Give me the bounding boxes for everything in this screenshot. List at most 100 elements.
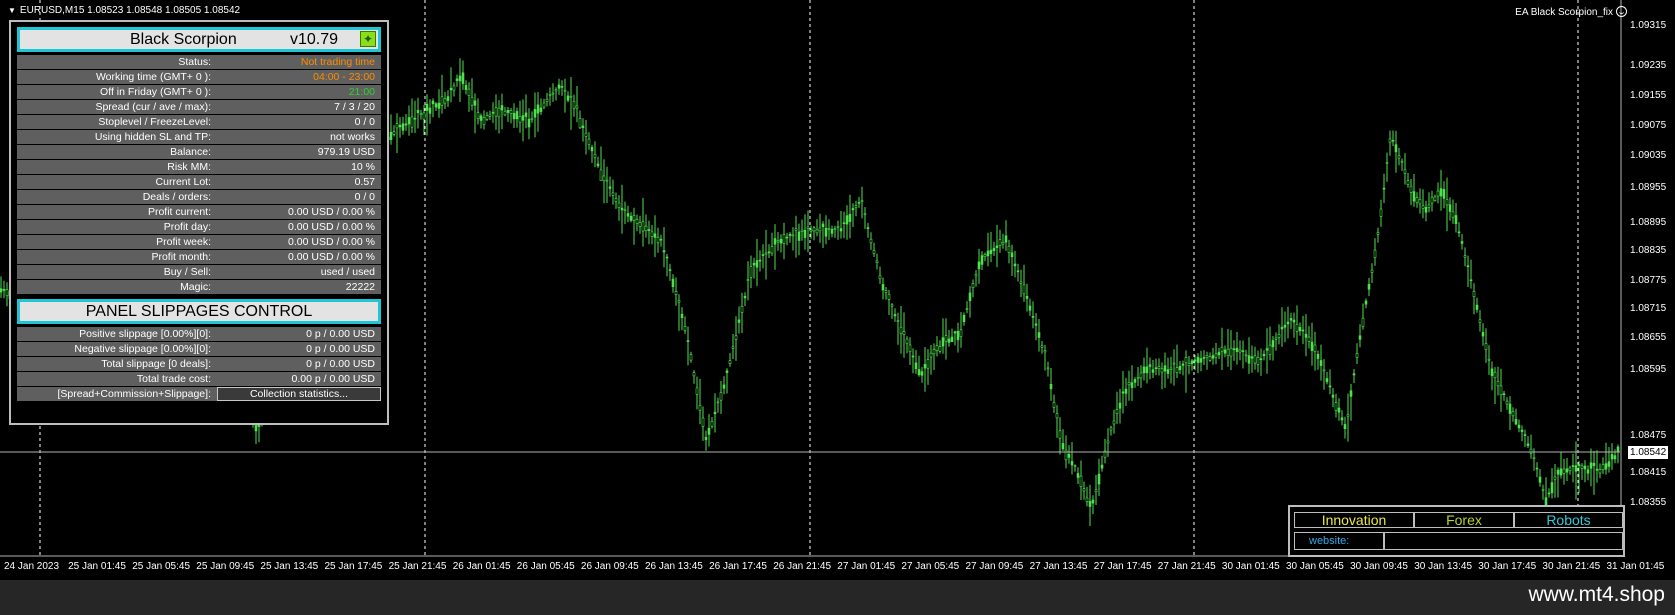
candle-body (608, 186, 612, 189)
candle-body (995, 245, 999, 248)
robots-link[interactable]: Robots (1514, 512, 1623, 528)
collection-statistics-button[interactable]: Collection statistics... (217, 387, 381, 401)
candle-body (1022, 284, 1026, 295)
candle-body (902, 331, 906, 335)
candle-body (1364, 300, 1368, 305)
candle-body (1577, 464, 1581, 467)
candle-body (1325, 378, 1329, 383)
ea-label: EA Black Scorpion_fix (1515, 7, 1613, 18)
candle-body (1268, 344, 1272, 355)
candle-body (1538, 476, 1542, 483)
candle-body (950, 336, 954, 343)
candle-body (482, 117, 486, 125)
candle-body (1604, 463, 1608, 470)
candle-body (812, 227, 816, 232)
dropdown-triangle-icon[interactable]: ▼ (8, 6, 16, 15)
candle-body (566, 95, 570, 101)
candle-body (392, 131, 396, 135)
candle-body (1112, 420, 1116, 425)
candle-body (2, 288, 6, 291)
candle-body (1553, 476, 1557, 480)
candle-body (1331, 394, 1335, 398)
info-label: Magic: (180, 281, 211, 293)
candle-body (929, 352, 933, 358)
time-tick: 30 Jan 21:45 (1542, 561, 1601, 572)
candle-body (638, 222, 642, 227)
candle-body (473, 100, 477, 106)
candle-body (467, 88, 471, 96)
time-tick: 25 Jan 17:45 (324, 561, 383, 572)
forex-link[interactable]: Forex (1414, 512, 1514, 528)
candle-body (779, 238, 783, 244)
candle-body (695, 387, 699, 395)
candle-body (1202, 357, 1206, 359)
info-value: 7 / 3 / 20 (334, 101, 375, 113)
time-tick: 27 Jan 17:45 (1093, 561, 1152, 572)
info-row: Magic: 22222 (17, 280, 381, 295)
slippage-label: Total trade cost: (136, 373, 211, 385)
candle-body (590, 147, 594, 152)
time-tick: 25 Jan 09:45 (196, 561, 255, 572)
candle-body (962, 314, 966, 322)
info-label: Profit week: (156, 236, 211, 248)
candle-body (623, 209, 627, 212)
candle-body (737, 319, 741, 323)
candle-body (1421, 205, 1425, 209)
innovation-link[interactable]: Innovation (1294, 512, 1414, 528)
candle-body (1592, 462, 1596, 466)
candle-body (1523, 434, 1527, 436)
candle-body (935, 345, 939, 351)
symbol-bar: ▼ EURUSD,M15 1.08523 1.08548 1.08505 1.08… (8, 5, 240, 16)
info-row: Deals / orders: 0 / 0 (17, 190, 381, 205)
candle-body (980, 255, 984, 265)
candle-body (1034, 323, 1038, 326)
candle-body (479, 115, 483, 121)
minimize-button[interactable]: ✦ (360, 31, 376, 47)
candle-body (836, 226, 840, 228)
candle-body (569, 95, 573, 98)
candle-body (1532, 457, 1536, 460)
candle-body (545, 99, 549, 103)
candle-body (1013, 263, 1017, 267)
candle-body (1541, 488, 1545, 491)
stats-label: [Spread+Commission+Slippage]: (57, 388, 211, 400)
candle-body (722, 384, 726, 389)
candle-body (602, 175, 606, 182)
smile-icon[interactable] (1616, 6, 1627, 17)
info-value: used / used (320, 266, 375, 278)
candle-body (1217, 351, 1221, 356)
candle-body (764, 252, 768, 255)
candle-body (878, 275, 882, 280)
candle-body (998, 239, 1002, 246)
candle-body (1358, 335, 1362, 340)
candle-body (629, 215, 633, 221)
candle-body (1130, 382, 1134, 388)
candle-body (1469, 279, 1473, 282)
candle-body (1184, 357, 1188, 363)
candle-body (1616, 446, 1620, 453)
candle-body (677, 300, 681, 303)
candle-body (1166, 369, 1170, 374)
candle-body (1586, 469, 1590, 474)
candle-body (1310, 341, 1314, 351)
candle-body (1172, 362, 1176, 365)
info-value: 0 / 0 (354, 116, 375, 128)
candle-body (1583, 465, 1587, 470)
candle-body (1106, 440, 1110, 444)
candle-body (839, 228, 843, 232)
candle-body (1526, 443, 1530, 446)
candle-body (767, 251, 771, 254)
candle-body (1307, 336, 1311, 342)
candle-body (1520, 429, 1524, 432)
candle-body (698, 405, 702, 411)
candle-body (1394, 144, 1398, 153)
price-tick: 1.08715 (1630, 303, 1667, 314)
candle-body (1466, 265, 1470, 268)
candle-body (797, 231, 801, 241)
candle-body (575, 105, 579, 109)
website-field[interactable] (1384, 532, 1623, 550)
candle-body (869, 238, 873, 244)
candle-body (845, 215, 849, 225)
time-tick: 24 Jan 2023 (4, 561, 60, 572)
candle-body (713, 411, 717, 415)
